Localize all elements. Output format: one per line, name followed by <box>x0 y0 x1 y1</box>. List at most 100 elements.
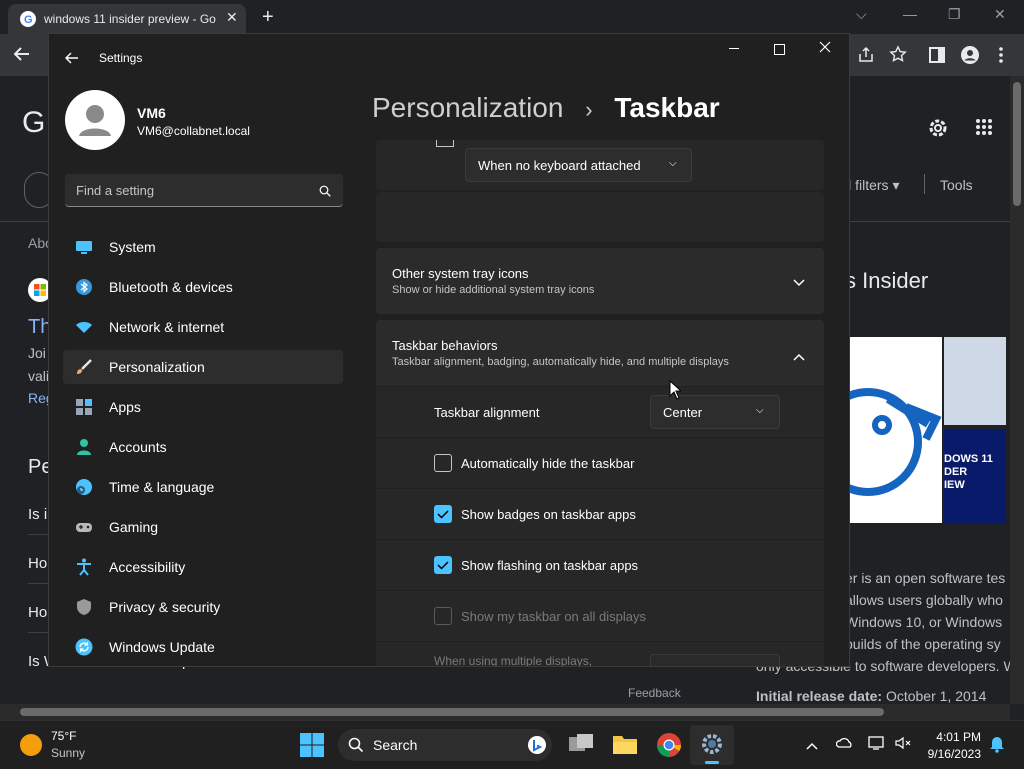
taskbar-behaviors-card[interactable]: Taskbar behaviors Taskbar alignment, bad… <box>376 320 824 386</box>
windows-11-insider-image[interactable]: DOWS 11 DER IEW <box>944 429 1006 523</box>
sun-weather-icon[interactable] <box>20 734 42 756</box>
option-row[interactable]: Show flashing on taskbar apps <box>376 540 824 590</box>
sidebar-item-bluetooth[interactable]: Bluetooth & devices <box>63 270 343 304</box>
new-tab-button[interactable]: + <box>262 6 274 29</box>
notification-bell-icon[interactable] <box>989 735 1005 758</box>
windows-taskbar: 75°F Sunny Search 4:01 PM 9/16/2023 <box>0 720 1024 769</box>
option-label: Show flashing on taskbar apps <box>461 558 639 573</box>
bookmark-star-icon[interactable] <box>889 45 907 68</box>
settings-minimize-button[interactable] <box>729 48 739 49</box>
user-email: VM6@collabnet.local <box>137 124 250 138</box>
file-explorer-icon[interactable] <box>612 733 638 760</box>
chevron-up-icon[interactable] <box>793 348 805 366</box>
browser-menu-icon[interactable] <box>998 46 1004 69</box>
keyboard-dropdown[interactable]: When no keyboard attached ⌵ <box>465 148 692 182</box>
option-row: Show my taskbar on all displays <box>376 591 824 641</box>
browser-tab[interactable]: G windows 11 insider preview - Go ✕ <box>8 4 246 34</box>
result-snippet: vali <box>28 368 50 384</box>
sidebar-item-label: Time & language <box>109 479 215 495</box>
chrome-icon[interactable] <box>656 732 682 763</box>
settings-maximize-button[interactable] <box>774 44 785 55</box>
sidebar-item-personalization[interactable]: Personalization <box>63 350 343 384</box>
paa-question[interactable]: Is i <box>28 506 47 523</box>
badges-checkbox[interactable] <box>434 505 452 523</box>
release-date-label: Initial release date: <box>756 688 883 704</box>
browser-restore-button[interactable]: ❐ <box>948 6 961 23</box>
divider <box>924 174 925 194</box>
user-name: VM6 <box>137 105 166 121</box>
tab-close-icon[interactable]: ✕ <box>226 9 238 26</box>
taskbar-clock-date[interactable]: 9/16/2023 <box>925 747 981 761</box>
sidebar-item-label: Gaming <box>109 519 159 535</box>
breadcrumb: Personalization › Taskbar <box>372 92 720 124</box>
google-logo[interactable]: G <box>22 106 45 140</box>
sidebar-item-gaming[interactable]: Gaming <box>63 510 343 544</box>
settings-taskbar-button[interactable] <box>690 725 734 765</box>
scrollbar-thumb[interactable] <box>1013 82 1021 206</box>
back-arrow-icon[interactable] <box>12 44 32 69</box>
taskbar-clock-time[interactable]: 4:01 PM <box>925 730 981 744</box>
sidebar-item-apps[interactable]: Apps <box>63 390 343 424</box>
vertical-scrollbar[interactable] <box>1010 76 1024 704</box>
search-icon[interactable] <box>319 184 331 202</box>
release-date-value: October 1, 2014 <box>885 688 987 704</box>
weather-temperature[interactable]: 75°F <box>51 729 76 743</box>
sidebar-item-privacy[interactable]: Privacy & security <box>63 590 343 624</box>
search-label: Search <box>373 737 418 753</box>
option-row[interactable]: Show badges on taskbar apps <box>376 489 824 539</box>
paa-question[interactable]: Ho <box>28 604 47 621</box>
auto-hide-checkbox[interactable] <box>434 454 452 472</box>
weather-condition[interactable]: Sunny <box>51 746 85 760</box>
sidebar-item-label: Accessibility <box>109 559 186 575</box>
show-hidden-icons-chevron-icon[interactable] <box>806 737 818 755</box>
wifi-icon <box>75 318 93 336</box>
windows-start-icon[interactable] <box>300 733 324 762</box>
settings-gear-icon[interactable] <box>926 116 950 145</box>
tab-search-icon[interactable]: ⌵ <box>856 6 867 23</box>
sidebar-item-system[interactable]: System <box>63 230 343 264</box>
sidebar-item-accounts[interactable]: Accounts <box>63 430 343 464</box>
settings-back-arrow-icon[interactable] <box>64 50 80 71</box>
avatar[interactable] <box>65 90 125 150</box>
panel-description: allows users globally who <box>845 592 1003 608</box>
sidebar-item-network[interactable]: Network & internet <box>63 310 343 344</box>
breadcrumb-parent[interactable]: Personalization <box>372 92 563 123</box>
paa-question[interactable]: Ho <box>28 555 47 572</box>
search-icon <box>348 737 364 758</box>
tools-button[interactable]: Tools <box>940 177 973 193</box>
insider-logo-image[interactable] <box>814 337 942 523</box>
feedback-link[interactable]: Feedback <box>628 686 681 700</box>
share-icon[interactable] <box>857 46 875 69</box>
option-row[interactable]: Automatically hide the taskbar <box>376 438 824 488</box>
chevron-down-icon[interactable] <box>793 274 805 292</box>
taskbar-search-box[interactable]: Search <box>338 729 552 761</box>
flashing-checkbox[interactable] <box>434 556 452 574</box>
option-label: Automatically hide the taskbar <box>461 456 635 471</box>
volume-muted-icon[interactable] <box>894 735 912 756</box>
tray-icons-card[interactable]: Other system tray icons Show or hide add… <box>376 248 824 314</box>
google-favicon-icon: G <box>20 11 36 27</box>
network-icon[interactable] <box>868 735 886 756</box>
apps-grid-icon[interactable] <box>975 118 993 141</box>
all-displays-checkbox[interactable] <box>434 607 452 625</box>
sidebar-item-time-language[interactable]: Time & language <box>63 470 343 504</box>
settings-search-input[interactable]: Find a setting <box>65 174 343 207</box>
empty-settings-row <box>376 192 824 242</box>
horizontal-scrollbar[interactable] <box>0 704 1010 720</box>
profile-icon[interactable] <box>960 45 980 70</box>
dropdown-value: When no keyboard attached <box>478 158 641 173</box>
browser-minimize-button[interactable]: — <box>903 6 917 22</box>
settings-gear-icon <box>701 733 723 760</box>
all-filters-button[interactable]: ll filters ▾ <box>845 177 899 194</box>
browser-close-button[interactable]: ✕ <box>994 6 1006 23</box>
multi-display-dropdown[interactable] <box>650 654 780 666</box>
settings-close-button[interactable] <box>818 40 832 59</box>
side-panel-icon[interactable] <box>929 47 945 68</box>
bing-icon[interactable] <box>528 736 546 754</box>
scrollbar-thumb[interactable] <box>20 708 884 716</box>
sidebar-item-accessibility[interactable]: Accessibility <box>63 550 343 584</box>
onedrive-sync-icon[interactable] <box>835 735 854 756</box>
task-view-icon[interactable] <box>568 733 594 760</box>
windows-screenshot-image[interactable] <box>944 337 1006 425</box>
sidebar-item-windows-update[interactable]: Windows Update <box>63 630 343 664</box>
